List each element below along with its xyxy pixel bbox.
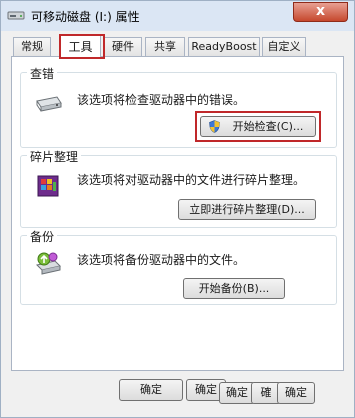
tab-strip: 常规 工具 硬件 共享 ReadyBoost 自定义 — [11, 35, 341, 58]
error-check-title: 查错 — [27, 65, 58, 82]
properties-window: 可移动磁盘 (I:) 属性 x 常规 工具 硬件 共享 ReadyBoost 自… — [0, 0, 355, 418]
tab-tools[interactable]: 工具 — [60, 35, 101, 58]
drive-check-icon — [36, 96, 62, 112]
tab-readyboost[interactable]: ReadyBoost — [188, 37, 260, 56]
backup-icon — [36, 252, 61, 275]
removable-drive-icon — [7, 11, 25, 20]
close-icon: x — [315, 3, 326, 19]
tab-customize[interactable]: 自定义 — [262, 37, 306, 56]
uac-shield-icon — [209, 120, 220, 133]
title-bar: 可移动磁盘 (I:) 属性 x — [1, 1, 354, 31]
start-check-label: 开始检查(C)... — [232, 120, 304, 133]
ok-button-duplicate-2[interactable]: 确定 — [219, 382, 255, 404]
start-check-button[interactable]: 开始检查(C)... — [200, 116, 316, 137]
backup-description: 该选项将备份驱动器中的文件。 — [77, 253, 246, 267]
window-title: 可移动磁盘 (I:) 属性 — [31, 10, 140, 24]
defrag-group: 碎片整理 该选项将对驱动器中的文件进行碎片整理。 立即进行碎片整理(D)... — [20, 148, 337, 228]
ok-button-duplicate-3[interactable]: 确定 — [277, 382, 315, 404]
backup-title: 备份 — [27, 228, 58, 245]
ok-button[interactable]: 确定 — [119, 379, 183, 401]
start-backup-button[interactable]: 开始备份(B)... — [183, 278, 285, 299]
error-check-group: 查错 该选项将检查驱动器中的错误。 开始检查(C)... — [20, 65, 337, 148]
defrag-now-button[interactable]: 立即进行碎片整理(D)... — [178, 199, 316, 220]
defrag-description: 该选项将对驱动器中的文件进行碎片整理。 — [77, 173, 306, 187]
close-button[interactable]: x — [293, 2, 348, 22]
tab-general[interactable]: 常规 — [13, 37, 51, 56]
backup-group: 备份 该选项将备份驱动器中的文件。 开始备份(B)... — [20, 228, 337, 305]
defrag-icon — [37, 175, 59, 197]
defrag-title: 碎片整理 — [27, 148, 82, 165]
error-check-description: 该选项将检查驱动器中的错误。 — [77, 93, 246, 107]
tab-sharing[interactable]: 共享 — [145, 37, 185, 56]
tab-hardware[interactable]: 硬件 — [104, 37, 142, 56]
tools-panel: 查错 该选项将检查驱动器中的错误。 开始检查(C)... 碎片整理 该选项将对驱… — [11, 56, 344, 371]
